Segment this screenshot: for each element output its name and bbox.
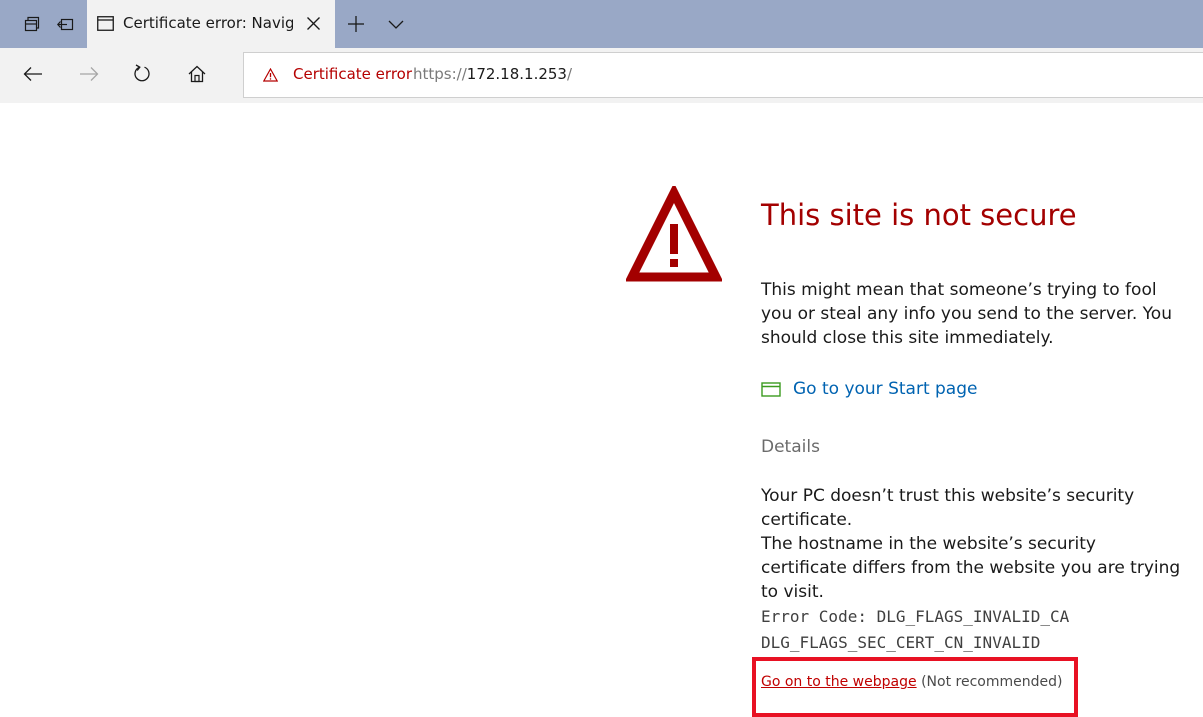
- page-icon: [97, 16, 114, 31]
- navigation-bar: Certificate error https://172.18.1.253/: [0, 48, 1203, 103]
- arrow-left-icon: [23, 67, 42, 81]
- go-on-row: Go on to the webpage (Not recommended): [761, 674, 1062, 690]
- home-icon: [188, 65, 206, 83]
- warning-triangle-icon[interactable]: [263, 68, 278, 82]
- warning-description: This might mean that someone’s trying to…: [761, 280, 1172, 348]
- forward-button[interactable]: [74, 59, 104, 89]
- error-code: Error Code: DLG_FLAGS_INVALID_CA DLG_FLA…: [761, 604, 1069, 656]
- show-set-aside-tabs-icon: [56, 18, 73, 30]
- not-recommended-note: (Not recommended): [921, 674, 1063, 690]
- url-text[interactable]: https://172.18.1.253/: [413, 65, 572, 83]
- set-aside-tabs-icon: [24, 16, 40, 32]
- start-page-icon: [761, 381, 781, 397]
- arrow-right-icon: [80, 67, 99, 81]
- details-text: Your PC doesn’t trust this website’s sec…: [761, 484, 1181, 604]
- set-aside-tabs-button[interactable]: [18, 0, 46, 48]
- url-scheme: https://: [413, 65, 467, 83]
- tab-strip: Certificate error: Naviga: [0, 0, 1203, 48]
- start-page-link-label: Go to your Start page: [793, 379, 978, 399]
- details-line-hostname: The hostname in the website’s security c…: [761, 534, 1181, 602]
- page-title: This site is not secure: [761, 198, 1077, 232]
- back-button[interactable]: [18, 59, 48, 89]
- details-line-trust: Your PC doesn’t trust this website’s sec…: [761, 486, 1135, 530]
- details-toggle[interactable]: Details: [761, 437, 820, 457]
- refresh-icon: [134, 64, 150, 82]
- error-code-line: Error Code: DLG_FLAGS_INVALID_CA: [761, 607, 1070, 626]
- go-on-to-webpage-link[interactable]: Go on to the webpage: [761, 674, 917, 690]
- show-set-aside-tabs-button[interactable]: [51, 0, 79, 48]
- error-code-line: DLG_FLAGS_SEC_CERT_CN_INVALID: [761, 633, 1041, 652]
- url-host: 172.18.1.253: [466, 65, 567, 83]
- plus-icon[interactable]: [346, 14, 366, 34]
- chevron-down-icon[interactable]: [386, 14, 406, 34]
- refresh-button[interactable]: [127, 59, 157, 89]
- start-page-link[interactable]: Go to your Start page: [761, 376, 977, 402]
- home-button[interactable]: [182, 59, 212, 89]
- warning-triangle-icon: [626, 186, 722, 282]
- certificate-error-label[interactable]: Certificate error: [293, 65, 412, 83]
- close-icon[interactable]: [306, 16, 321, 31]
- tab-certificate-error[interactable]: Certificate error: Naviga: [87, 0, 335, 48]
- address-bar[interactable]: Certificate error https://172.18.1.253/: [243, 52, 1203, 98]
- url-path: /: [566, 65, 573, 83]
- tab-title: Certificate error: Naviga: [123, 14, 293, 32]
